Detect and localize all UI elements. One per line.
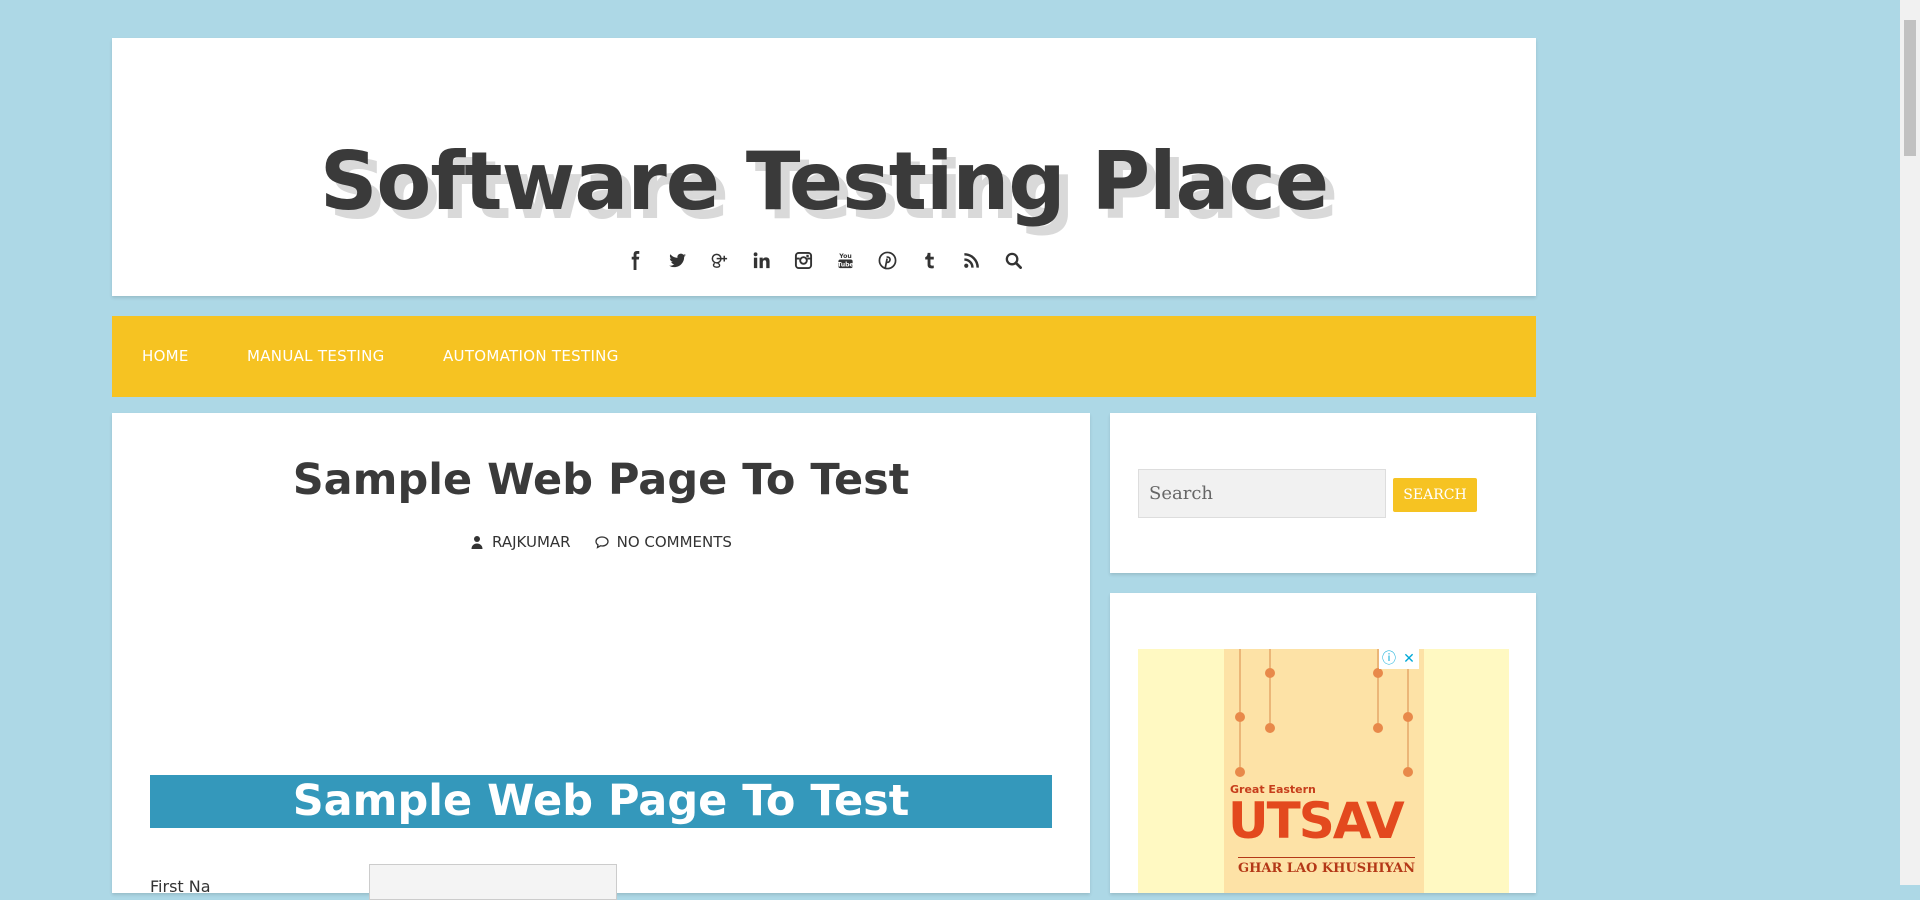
nav-item-home[interactable]: HOME (142, 316, 189, 397)
first-name-input[interactable] (369, 864, 617, 900)
ad-headline: UTSAV (1228, 792, 1405, 850)
linkedin-icon[interactable] (740, 244, 782, 276)
svg-text:You: You (838, 253, 852, 260)
tumblr-icon[interactable] (908, 244, 950, 276)
page-scrollbar[interactable] (1900, 0, 1920, 885)
ad-info-icon[interactable]: ⓘ (1379, 649, 1399, 669)
sidebar-search-input[interactable]: Search (1138, 469, 1386, 518)
rss-icon[interactable] (950, 244, 992, 276)
sidebar-ad-widget: Great Eastern UTSAV GHAR LAO KHUSHIYAN ⓘ… (1110, 593, 1536, 893)
ad-banner[interactable]: Great Eastern UTSAV GHAR LAO KHUSHIYAN ⓘ… (1138, 649, 1509, 893)
instagram-icon[interactable] (782, 244, 824, 276)
first-name-label: First Na (150, 877, 211, 896)
social-icons-bar: You Tube (112, 244, 1536, 276)
ad-controls: ⓘ ✕ (1379, 649, 1419, 669)
sidebar-search-widget: Search SEARCH (1110, 413, 1536, 573)
site-header: Software Testing Place You Tube (112, 38, 1536, 296)
youtube-icon[interactable]: You Tube (824, 244, 866, 276)
post-card: Sample Web Page To Test RAJKUMAR NO COMM… (112, 413, 1090, 900)
ad-panel: Great Eastern UTSAV GHAR LAO KHUSHIYAN (1224, 649, 1424, 893)
scrollbar-thumb[interactable] (1904, 20, 1916, 156)
nav-item-manual-testing[interactable]: MANUAL TESTING (247, 316, 385, 397)
nav-item-automation-testing[interactable]: AUTOMATION TESTING (443, 316, 619, 397)
page-banner: Sample Web Page To Test (150, 775, 1052, 828)
comments-icon (594, 536, 609, 549)
twitter-icon[interactable] (656, 244, 698, 276)
post-title[interactable]: Sample Web Page To Test (112, 455, 1090, 505)
site-title[interactable]: Software Testing Place (112, 134, 1536, 230)
facebook-icon[interactable] (614, 244, 656, 276)
ad-ornaments (1235, 649, 1413, 777)
search-icon[interactable] (992, 244, 1034, 276)
ad-tagline: GHAR LAO KHUSHIYAN (1238, 857, 1415, 876)
user-icon (471, 536, 483, 549)
google-plus-icon[interactable] (698, 244, 740, 276)
ad-close-icon[interactable]: ✕ (1399, 649, 1419, 669)
post-comments-link[interactable]: NO COMMENTS (617, 533, 732, 551)
pinterest-icon[interactable] (866, 244, 908, 276)
sidebar-search-button[interactable]: SEARCH (1393, 478, 1477, 512)
main-nav: HOME MANUAL TESTING AUTOMATION TESTING (112, 316, 1536, 397)
post-author[interactable]: RAJKUMAR (492, 533, 571, 551)
post-meta: RAJKUMAR NO COMMENTS (112, 533, 1090, 551)
svg-text:Tube: Tube (837, 261, 854, 268)
